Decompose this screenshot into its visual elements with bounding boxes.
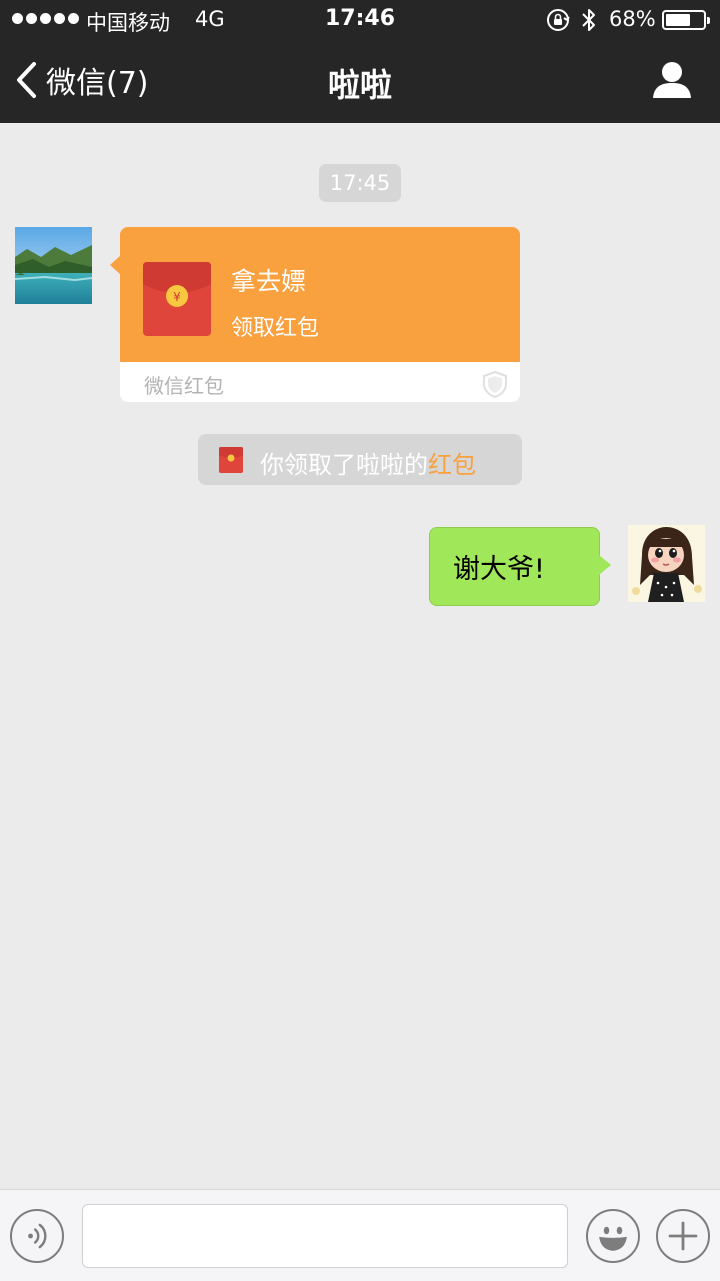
red-packet-message[interactable]: ¥ 拿去嫖 领取红包 微信红包 [110, 227, 520, 402]
sent-message-bubble[interactable]: 谢大爷! [429, 527, 600, 606]
contact-avatar[interactable] [15, 227, 92, 304]
red-packet-footer: 微信红包 [120, 362, 520, 402]
red-packet-action: 领取红包 [231, 316, 320, 341]
bubble-tail [599, 555, 611, 575]
red-packet-header: ¥ 拿去嫖 领取红包 [120, 227, 520, 362]
battery-icon [662, 10, 710, 30]
plus-icon [668, 1221, 698, 1251]
emoji-icon [599, 1226, 627, 1251]
red-envelope-icon [219, 447, 243, 473]
notice-red-packet-link[interactable]: 红包 [428, 451, 476, 479]
message-input[interactable] [82, 1204, 568, 1268]
notice-message: 你领取了啦啦的 [260, 451, 428, 479]
battery-percent-label: 68% [609, 7, 656, 31]
more-button[interactable] [656, 1209, 710, 1263]
input-bar [0, 1189, 720, 1281]
person-icon[interactable] [652, 60, 692, 100]
navigation-bar: 微信(7) 啦啦 [0, 40, 720, 123]
status-bar: 中国移动 4G 17:46 68% [0, 0, 720, 40]
chat-title: 啦啦 [327, 66, 392, 104]
bluetooth-icon [582, 9, 595, 31]
red-packet-brand: 微信红包 [144, 374, 224, 398]
red-envelope-icon: ¥ [143, 262, 211, 336]
voice-icon [28, 1223, 47, 1249]
svg-text:¥: ¥ [173, 290, 181, 304]
red-packet-greeting: 拿去嫖 [231, 267, 307, 296]
shield-icon [483, 370, 507, 398]
my-avatar[interactable] [628, 525, 705, 602]
rotation-lock-icon [547, 9, 570, 31]
notice-text: 你领取了啦啦的红包 [260, 445, 476, 480]
chat-area[interactable]: 17:45 ¥ 拿去嫖 领取红包 微信红包 你领取了啦啦的红包 谢大爷! [0, 123, 720, 1189]
message-timestamp: 17:45 [319, 164, 401, 202]
emoji-button[interactable] [586, 1209, 640, 1263]
voice-button[interactable] [10, 1209, 64, 1263]
system-notice: 你领取了啦啦的红包 [198, 434, 522, 485]
